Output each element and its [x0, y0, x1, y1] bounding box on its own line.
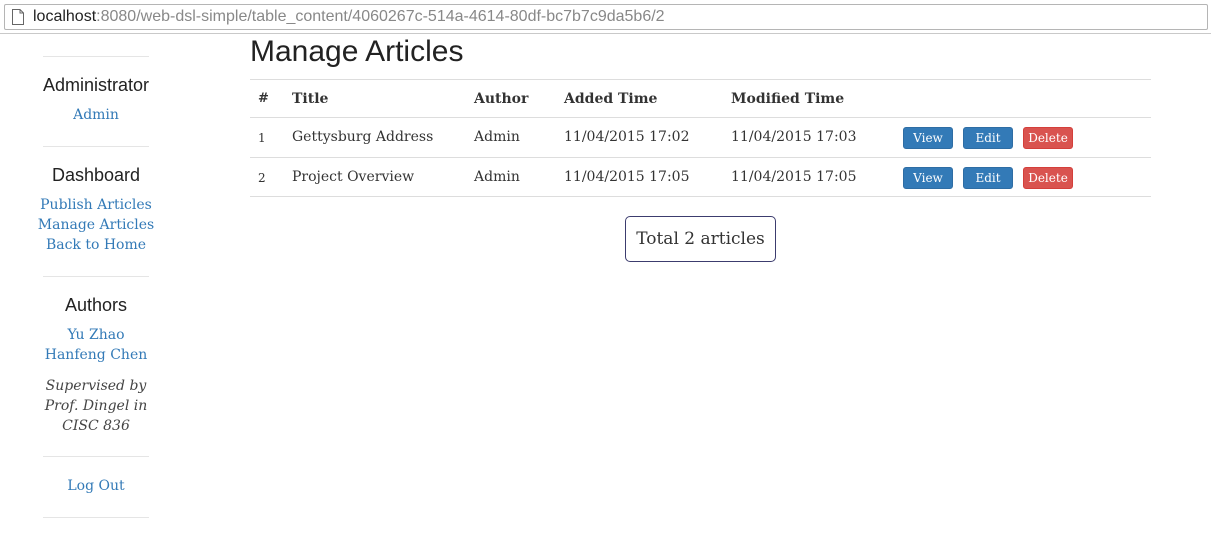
edit-button[interactable]: Edit [963, 167, 1013, 189]
sidebar-divider [43, 456, 149, 457]
column-header-number: # [258, 91, 269, 106]
article-title: Gettysburg Address [292, 129, 434, 145]
authors-heading: Authors [64, 295, 128, 315]
sidebar-divider [43, 517, 149, 518]
url-path: :8080/web-dsl-simple/table_content/40602… [96, 8, 665, 25]
view-button[interactable]: View [903, 167, 953, 189]
articles-table: # Title Author Added Time Modified Time … [250, 79, 1151, 197]
dashboard-heading: Dashboard [51, 165, 141, 185]
article-added-time: 11/04/2015 17:02 [564, 129, 690, 145]
column-header-author: Author [474, 91, 529, 107]
url-host: localhost [33, 8, 97, 25]
table-row: 1 Gettysburg Address Admin 11/04/2015 17… [250, 117, 1151, 157]
row-number: 2 [258, 171, 266, 185]
url-text: localhost:8080/web-dsl-simple/table_cont… [33, 8, 665, 26]
column-header-added-time: Added Time [564, 91, 658, 107]
manage-articles-link[interactable]: Manage Articles [23, 217, 169, 233]
article-title: Project Overview [292, 169, 415, 185]
article-author: Admin [474, 129, 520, 145]
note-line: Supervised by [45, 378, 147, 394]
administrator-heading: Administrator [42, 75, 150, 95]
address-bar: localhost:8080/web-dsl-simple/table_cont… [0, 0, 1211, 34]
row-number: 1 [258, 131, 266, 145]
back-to-home-link[interactable]: Back to Home [23, 237, 169, 253]
author-link-yu-zhao[interactable]: Yu Zhao [23, 327, 169, 343]
supervision-note: Supervised by Prof. Dingel in CISC 836 [33, 376, 159, 436]
column-header-title: Title [292, 91, 329, 107]
page-icon [12, 9, 24, 25]
author-link-hanfeng-chen[interactable]: Hanfeng Chen [23, 347, 169, 363]
sidebar-divider [43, 56, 149, 57]
note-line: Prof. Dingel in [44, 398, 148, 414]
article-added-time: 11/04/2015 17:05 [564, 169, 690, 185]
admin-link[interactable]: Admin [23, 107, 169, 123]
page-title: Manage Articles [250, 35, 464, 68]
column-header-modified-time: Modified Time [731, 91, 845, 107]
view-button[interactable]: View [903, 127, 953, 149]
delete-button[interactable]: Delete [1023, 167, 1073, 189]
note-line: CISC 836 [62, 418, 130, 434]
edit-button[interactable]: Edit [963, 127, 1013, 149]
sidebar-divider [43, 146, 149, 147]
total-articles-badge: Total 2 articles [625, 216, 776, 262]
delete-button[interactable]: Delete [1023, 127, 1073, 149]
logout-link[interactable]: Log Out [23, 478, 169, 494]
table-header-row: # Title Author Added Time Modified Time [250, 79, 1151, 117]
article-modified-time: 11/04/2015 17:03 [731, 129, 857, 145]
article-modified-time: 11/04/2015 17:05 [731, 169, 857, 185]
sidebar-divider [43, 276, 149, 277]
url-field[interactable]: localhost:8080/web-dsl-simple/table_cont… [4, 4, 1208, 30]
table-row: 2 Project Overview Admin 11/04/2015 17:0… [250, 157, 1151, 197]
publish-articles-link[interactable]: Publish Articles [23, 197, 169, 213]
article-author: Admin [474, 169, 520, 185]
